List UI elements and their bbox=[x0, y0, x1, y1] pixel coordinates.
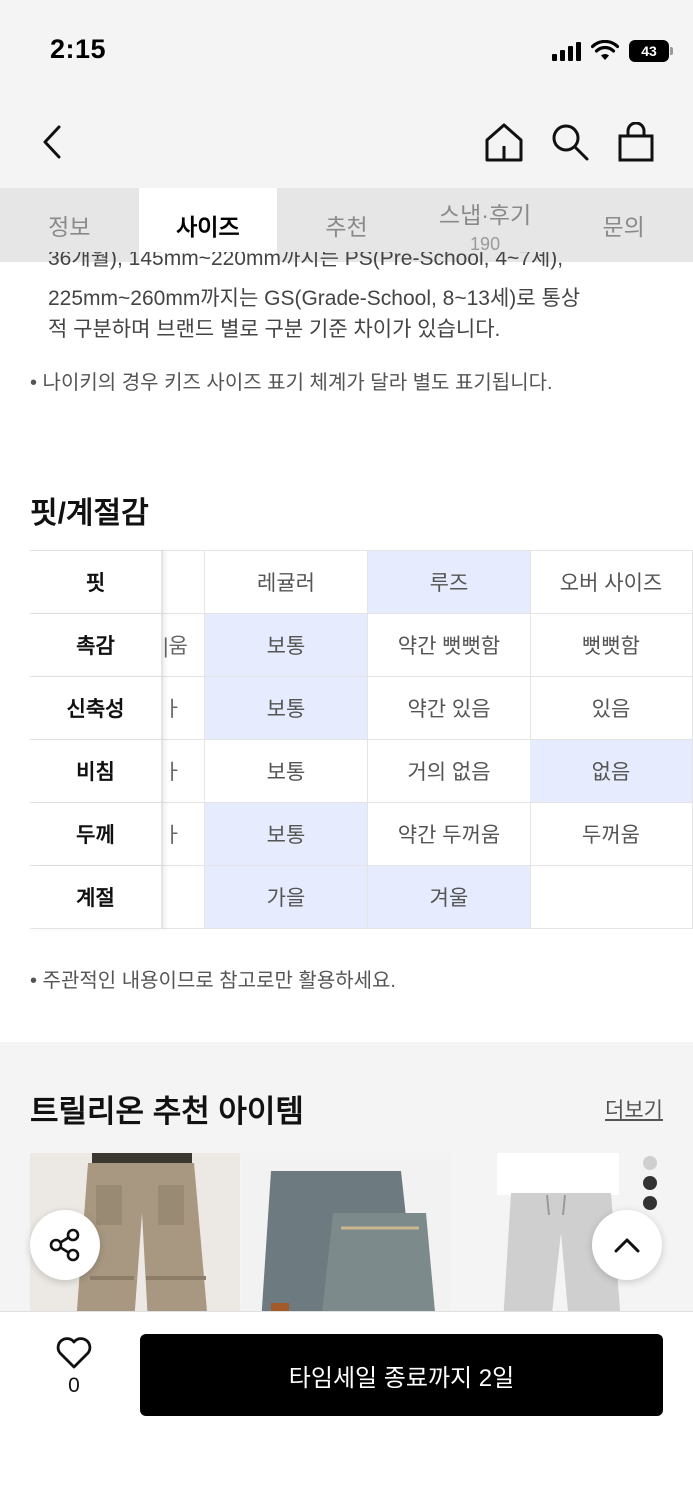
fit-row-season: 계절 가을 겨울 bbox=[30, 866, 693, 929]
search-button[interactable] bbox=[546, 118, 594, 166]
tab-label: 스냅·후기 bbox=[438, 201, 532, 228]
fit-cell: 거의 없음 bbox=[368, 740, 531, 803]
size-info-line: 적 구분하며 브랜드 별로 구분 기준 차이가 있습니다. bbox=[48, 318, 501, 341]
fit-row-label: 핏 bbox=[30, 551, 163, 614]
nav-header bbox=[0, 100, 693, 188]
home-button[interactable] bbox=[480, 118, 528, 166]
fit-cell-selected: 겨울 bbox=[368, 866, 531, 929]
more-link[interactable]: 더보기 bbox=[605, 1094, 663, 1124]
battery-icon: 43 bbox=[629, 40, 673, 62]
fit-row-fit: 핏 레귤러 루즈 오버 사이즈 bbox=[30, 551, 693, 614]
fit-row-label: 두께 bbox=[30, 803, 163, 866]
fit-cell: 뻣뻣함 bbox=[530, 614, 693, 677]
chevron-left-icon bbox=[43, 125, 61, 159]
fit-cell bbox=[530, 866, 693, 929]
bottom-action-bar: 0 타임세일 종료까지 2일 bbox=[0, 1311, 693, 1500]
like-button[interactable]: 0 bbox=[46, 1336, 102, 1398]
fit-row-label: 계절 bbox=[30, 866, 163, 929]
size-info-line: 225mm~260mm까지는 GS(Grade-School, 8~13세)로 … bbox=[48, 287, 581, 310]
cellular-signal-icon bbox=[552, 41, 581, 61]
fit-cell-partial bbox=[163, 866, 205, 929]
fit-cell-selected: 루즈 bbox=[368, 551, 531, 614]
tab-inquiry[interactable]: 문의 bbox=[554, 188, 693, 262]
fit-cell-selected: 보통 bbox=[205, 677, 368, 740]
tab-size[interactable]: 사이즈 bbox=[138, 188, 278, 262]
tab-snap-review[interactable]: 스냅·후기 190 bbox=[416, 188, 555, 262]
search-icon bbox=[552, 124, 589, 161]
product-tabs: 정보 사이즈 추천 스냅·후기 190 문의 bbox=[0, 188, 693, 262]
fit-cell-partial: |움 bbox=[163, 614, 205, 677]
fit-cell-partial: ㅏ bbox=[163, 803, 205, 866]
back-button[interactable] bbox=[28, 118, 76, 166]
fit-row-label: 신축성 bbox=[30, 677, 163, 740]
fit-cell: 약간 뻣뻣함 bbox=[368, 614, 531, 677]
tab-label: 정보 bbox=[48, 214, 91, 240]
fit-row-stretch: 신축성 ㅏ 보통 약간 있음 있음 bbox=[30, 677, 693, 740]
shopping-bag-button[interactable] bbox=[612, 118, 660, 166]
status-icons: 43 bbox=[552, 36, 673, 66]
fit-cell: 약간 두꺼움 bbox=[368, 803, 531, 866]
tab-info[interactable]: 정보 bbox=[0, 188, 139, 262]
share-button[interactable] bbox=[30, 1210, 100, 1280]
product-image[interactable] bbox=[241, 1153, 450, 1323]
size-note: • 나이키의 경우 키즈 사이즈 표기 체계가 달라 별도 표기됩니다. bbox=[30, 372, 553, 394]
scroll-top-button[interactable] bbox=[592, 1210, 662, 1280]
status-bar: 2:15 43 bbox=[0, 0, 693, 100]
share-icon bbox=[49, 1228, 80, 1262]
like-count: 0 bbox=[68, 1374, 80, 1397]
fit-row-label: 촉감 bbox=[30, 614, 163, 677]
fit-cell: 약간 있음 bbox=[368, 677, 531, 740]
purchase-button[interactable]: 타임세일 종료까지 2일 bbox=[140, 1334, 663, 1416]
chevron-up-icon bbox=[614, 1238, 640, 1253]
fit-cell: 있음 bbox=[530, 677, 693, 740]
shopping-bag-icon bbox=[618, 122, 654, 162]
recommend-section: 트릴리온 추천 아이템 더보기 bbox=[0, 1042, 693, 1323]
tab-recommend[interactable]: 추천 bbox=[277, 188, 416, 262]
fit-cell-selected: 가을 bbox=[205, 866, 368, 929]
denim-illustration bbox=[261, 1171, 436, 1323]
fit-cell: 보통 bbox=[205, 740, 368, 803]
fit-row-sheer: 비침 ㅏ 보통 거의 없음 없음 bbox=[30, 740, 693, 803]
fit-cell: 두꺼움 bbox=[530, 803, 693, 866]
fit-row-thickness: 두께 ㅏ 보통 약간 두꺼움 두꺼움 bbox=[30, 803, 693, 866]
fit-cell-selected: 없음 bbox=[530, 740, 693, 803]
fit-cell-partial: ㅏ bbox=[163, 677, 205, 740]
fit-table[interactable]: 핏 레귤러 루즈 오버 사이즈 촉감 |움 보통 약간 뻣뻣함 뻣뻣함 신축성 … bbox=[30, 550, 693, 929]
size-info-text: 36개월), 145mm~220mm까지는 PS(Pre-School, 4~7… bbox=[48, 252, 564, 270]
tab-label: 문의 bbox=[602, 214, 645, 240]
fit-row-label: 비침 bbox=[30, 740, 163, 803]
fit-note: • 주관적인 내용이므로 참고로만 활용하세요. bbox=[30, 970, 396, 992]
fit-cell: 오버 사이즈 bbox=[530, 551, 693, 614]
size-info-line: 36개월), 145mm~220mm까지는 PS(Pre-School, 4~7… bbox=[48, 252, 563, 274]
fit-cell: 레귤러 bbox=[205, 551, 368, 614]
fit-cell-selected: 보통 bbox=[205, 614, 368, 677]
status-time: 2:15 bbox=[50, 34, 107, 64]
fit-cell-partial: ㅏ bbox=[163, 740, 205, 803]
wifi-icon bbox=[591, 40, 619, 60]
fit-cell-selected: 보통 bbox=[205, 803, 368, 866]
heart-icon bbox=[56, 1337, 92, 1369]
tab-label: 사이즈 bbox=[176, 214, 240, 240]
fit-section-title: 핏/계절감 bbox=[30, 497, 149, 530]
carousel-dots bbox=[643, 1156, 657, 1210]
tab-label: 추천 bbox=[325, 214, 368, 240]
home-icon bbox=[485, 123, 523, 162]
fit-row-texture: 촉감 |움 보통 약간 뻣뻣함 뻣뻣함 bbox=[30, 614, 693, 677]
recommend-title: 트릴리온 추천 아이템 bbox=[30, 1094, 304, 1129]
fit-cell-partial bbox=[163, 551, 205, 614]
